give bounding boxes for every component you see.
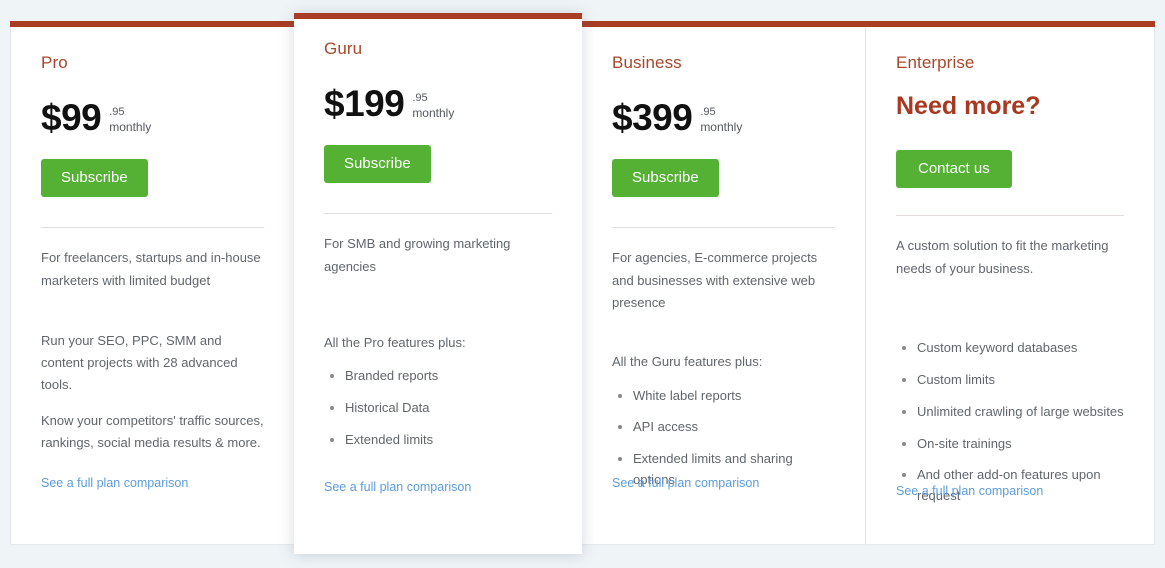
price-amount: $399: [612, 97, 693, 139]
price-cents: .95: [109, 106, 125, 119]
features-intro: All the Pro features plus:: [324, 335, 466, 351]
plan-card-enterprise[interactable]: Enterprise Need more? Contact us A custo…: [865, 21, 1155, 545]
plan-name: Enterprise: [896, 53, 975, 72]
list-item: On-site trainings: [896, 434, 1124, 455]
price-suffix: .95 monthly: [700, 106, 742, 136]
price-period: monthly: [109, 120, 152, 135]
price-cents: .95: [700, 106, 716, 119]
plan-card-body: Pro $99 .95 monthly Subscribe For freela…: [41, 27, 264, 544]
plan-card-business[interactable]: Business $399 .95 monthly Subscribe For …: [581, 21, 866, 545]
plan-card-body: Business $399 .95 monthly Subscribe For …: [612, 27, 835, 544]
list-item: API access: [612, 417, 835, 438]
plan-name: Pro: [41, 53, 68, 72]
plan-card-guru[interactable]: Guru $199 .95 monthly Subscribe For SMB …: [294, 13, 582, 554]
features-intro: All the Guru features plus:: [612, 354, 763, 370]
plan-description: For freelancers, startups and in-house m…: [41, 250, 261, 288]
subscribe-button[interactable]: Subscribe: [324, 145, 431, 184]
plan-card-pro[interactable]: Pro $99 .95 monthly Subscribe For freela…: [10, 21, 295, 545]
card-divider: [41, 227, 264, 229]
plan-name: Business: [612, 53, 682, 72]
plan-name: Guru: [324, 39, 363, 58]
list-item: Unlimited crawling of large websites: [896, 402, 1124, 423]
list-item: Extended limits: [324, 430, 552, 451]
plan-description: A custom solution to fit the marketing n…: [896, 238, 1109, 276]
list-item: Historical Data: [324, 398, 552, 419]
card-divider: [896, 215, 1124, 217]
plan-price: $199 .95 monthly: [324, 78, 552, 122]
enterprise-headline: Need more?: [896, 92, 1041, 121]
price-amount: $199: [324, 83, 405, 125]
price-suffix: .95 monthly: [109, 106, 151, 136]
price-cents: .95: [412, 92, 428, 105]
plan-comparison-link[interactable]: See a full plan comparison: [896, 483, 1043, 501]
list-item: Custom keyword databases: [896, 338, 1124, 359]
plan-body-paragraph-1: Run your SEO, PPC, SMM and content proje…: [41, 333, 238, 393]
card-divider: [324, 213, 552, 215]
plan-comparison-link[interactable]: See a full plan comparison: [612, 475, 759, 493]
price-period: monthly: [412, 106, 455, 121]
plan-price: $99 .95 monthly: [41, 92, 264, 136]
list-item: White label reports: [612, 386, 835, 407]
pricing-plans-section: Pro $99 .95 monthly Subscribe For freela…: [0, 0, 1165, 568]
plan-description: For agencies, E-commerce projects and bu…: [612, 250, 818, 311]
plan-body-paragraph-2: Know your competitors' traffic sources, …: [41, 413, 264, 451]
contact-us-button[interactable]: Contact us: [896, 150, 1012, 189]
feature-list: Branded reports Historical Data Extended…: [324, 366, 552, 450]
price-amount: $99: [41, 97, 102, 139]
list-item: Custom limits: [896, 370, 1124, 391]
plan-card-body: Enterprise Need more? Contact us A custo…: [896, 27, 1124, 544]
plan-comparison-link[interactable]: See a full plan comparison: [41, 475, 188, 493]
plan-comparison-link[interactable]: See a full plan comparison: [324, 479, 471, 497]
plan-description: For SMB and growing marketing agencies: [324, 236, 511, 274]
price-period: monthly: [700, 120, 743, 135]
price-suffix: .95 monthly: [412, 92, 454, 122]
subscribe-button[interactable]: Subscribe: [612, 159, 719, 198]
subscribe-button[interactable]: Subscribe: [41, 159, 148, 198]
card-divider: [612, 227, 835, 229]
list-item: Branded reports: [324, 366, 552, 387]
plan-card-body: Guru $199 .95 monthly Subscribe For SMB …: [324, 13, 552, 554]
plan-price: $399 .95 monthly: [612, 92, 835, 136]
